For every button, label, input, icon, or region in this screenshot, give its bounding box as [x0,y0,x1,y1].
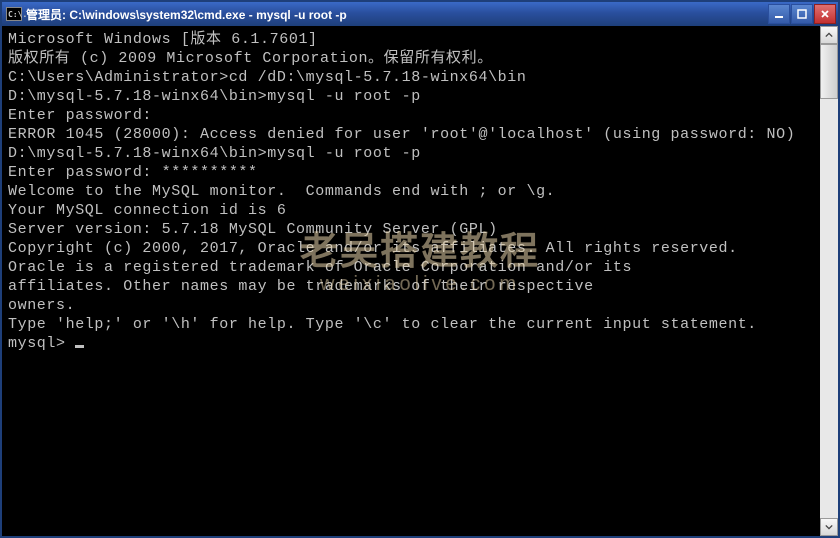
terminal-line: Server version: 5.7.18 MySQL Community S… [8,220,814,239]
terminal-line: 版权所有 (c) 2009 Microsoft Corporation。保留所有… [8,49,814,68]
terminal-line: Welcome to the MySQL monitor. Commands e… [8,182,814,201]
terminal-line: Enter password: [8,106,814,125]
terminal-line: Your MySQL connection id is 6 [8,201,814,220]
terminal-line: D:\mysql-5.7.18-winx64\bin>mysql -u root… [8,87,814,106]
scrollbar-thumb[interactable] [820,44,838,99]
vertical-scrollbar[interactable] [820,26,838,536]
maximize-button[interactable] [791,4,813,24]
scroll-down-button[interactable] [820,518,838,536]
terminal-line: ERROR 1045 (28000): Access denied for us… [8,125,814,144]
terminal-line: Oracle is a registered trademark of Orac… [8,258,814,277]
cmd-window: C:\. 管理员: C:\windows\system32\cmd.exe - … [0,0,840,538]
terminal-line: Microsoft Windows [版本 6.1.7601] [8,30,814,49]
maximize-icon [797,9,807,19]
terminal-line: Enter password: ********** [8,163,814,182]
terminal-area: Microsoft Windows [版本 6.1.7601]版权所有 (c) … [2,26,838,536]
scrollbar-track[interactable] [820,44,838,518]
cursor [75,345,84,348]
terminal-line: C:\Users\Administrator>cd /dD:\mysql-5.7… [8,68,814,87]
terminal-output[interactable]: Microsoft Windows [版本 6.1.7601]版权所有 (c) … [2,26,820,536]
titlebar[interactable]: C:\. 管理员: C:\windows\system32\cmd.exe - … [2,2,838,26]
cmd-icon: C:\. [6,7,22,21]
terminal-line: Copyright (c) 2000, 2017, Oracle and/or … [8,239,814,258]
terminal-line: affiliates. Other names may be trademark… [8,277,814,296]
window-title: 管理员: C:\windows\system32\cmd.exe - mysql… [26,6,347,23]
terminal-line: Type 'help;' or '\h' for help. Type '\c'… [8,315,814,334]
terminal-line: D:\mysql-5.7.18-winx64\bin>mysql -u root… [8,144,814,163]
chevron-up-icon [825,31,833,39]
close-button[interactable] [814,4,836,24]
minimize-button[interactable] [768,4,790,24]
chevron-down-icon [825,523,833,531]
terminal-line: owners. [8,296,814,315]
terminal-line: mysql> [8,334,814,353]
close-icon [820,9,830,19]
minimize-icon [774,9,784,19]
scroll-up-button[interactable] [820,26,838,44]
